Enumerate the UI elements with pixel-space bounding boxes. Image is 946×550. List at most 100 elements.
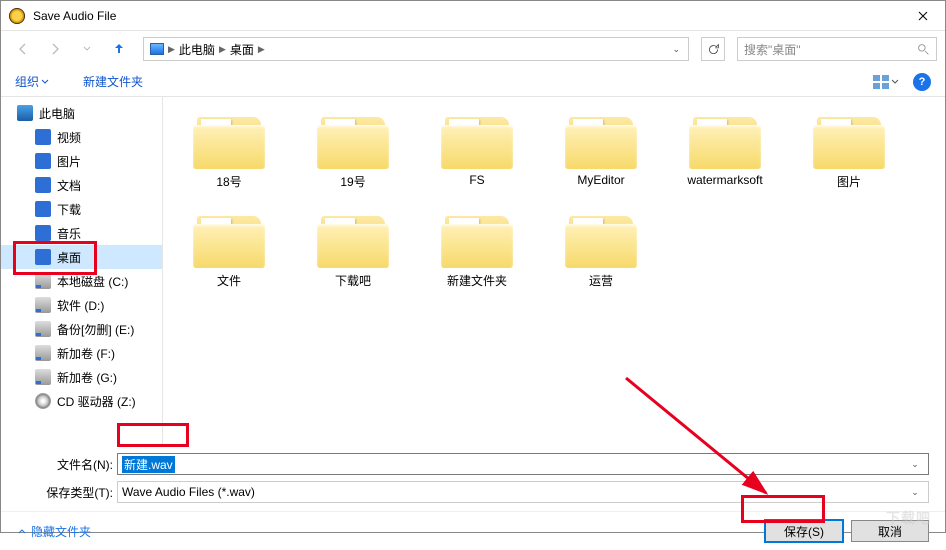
app-icon: [9, 8, 25, 24]
forward-button[interactable]: [41, 35, 69, 63]
folder-label: 运营: [589, 272, 613, 289]
sidebar-item-2[interactable]: 图片: [1, 149, 162, 173]
drive-icon: [35, 369, 51, 385]
sidebar-item-label: 音乐: [57, 225, 81, 242]
save-button[interactable]: 保存(S): [765, 520, 843, 542]
folder-item[interactable]: MyEditor: [553, 107, 649, 194]
sidebar-item-4[interactable]: 下载: [1, 197, 162, 221]
folder-icon: [193, 210, 265, 268]
folder-icon: [441, 111, 513, 169]
blue-icon: [35, 201, 51, 217]
sidebar-item-8[interactable]: 软件 (D:): [1, 293, 162, 317]
chevron-down-icon[interactable]: ⌄: [906, 459, 924, 470]
folder-label: FS: [469, 173, 484, 187]
folder-label: 图片: [837, 173, 861, 190]
sidebar-item-label: 备份[勿删] (E:): [57, 321, 134, 338]
breadcrumb-seg-1[interactable]: 此电脑: [177, 41, 217, 58]
chevron-right-icon: ▶: [166, 44, 177, 55]
folder-item[interactable]: 19号: [305, 107, 401, 194]
folder-item[interactable]: 新建文件夹: [429, 206, 525, 293]
folder-icon: [317, 111, 389, 169]
sidebar-item-label: 新加卷 (F:): [57, 345, 115, 362]
recent-dropdown[interactable]: [73, 35, 101, 63]
sidebar-item-label: 本地磁盘 (C:): [57, 273, 128, 290]
folder-label: MyEditor: [577, 173, 624, 187]
folder-label: 下载吧: [335, 272, 371, 289]
drive-icon: [35, 297, 51, 313]
file-grid: 18号 19号 FS MyEditor watermarksoft 图片文件 下载吧 新建文件…: [163, 97, 945, 447]
folder-item[interactable]: 下载吧: [305, 206, 401, 293]
folder-label: 18号: [216, 173, 241, 190]
filename-input[interactable]: 新建.wav⌄: [117, 453, 929, 475]
sidebar-item-9[interactable]: 备份[勿删] (E:): [1, 317, 162, 341]
folder-item[interactable]: 18号: [181, 107, 277, 194]
filename-label: 文件名(N):: [17, 456, 117, 473]
blue-icon: [35, 249, 51, 265]
folder-icon: [565, 111, 637, 169]
sidebar-item-label: 图片: [57, 153, 81, 170]
folder-icon: [565, 210, 637, 268]
pc-icon: [17, 105, 33, 121]
blue-icon: [35, 177, 51, 193]
folder-icon: [441, 210, 513, 268]
up-button[interactable]: [105, 35, 133, 63]
sidebar-item-1[interactable]: 视频: [1, 125, 162, 149]
navigation-bar: ▶ 此电脑 ▶ 桌面 ▶ ⌄ 搜索"桌面": [1, 31, 945, 67]
sidebar-item-label: 桌面: [57, 249, 81, 266]
folder-item[interactable]: FS: [429, 107, 525, 194]
filetype-label: 保存类型(T):: [17, 484, 117, 501]
breadcrumb-root[interactable]: [148, 43, 166, 55]
sidebar-item-0[interactable]: 此电脑: [1, 101, 162, 125]
filetype-select[interactable]: Wave Audio Files (*.wav)⌄: [117, 481, 929, 503]
folder-label: 19号: [340, 173, 365, 190]
sidebar-item-5[interactable]: 音乐: [1, 221, 162, 245]
sidebar-item-label: 视频: [57, 129, 81, 146]
back-button[interactable]: [9, 35, 37, 63]
window-title: Save Audio File: [33, 9, 900, 23]
toolbar: 组织 新建文件夹 ?: [1, 67, 945, 97]
sidebar-item-3[interactable]: 文档: [1, 173, 162, 197]
chevron-right-icon: ▶: [256, 44, 267, 55]
folder-label: 文件: [217, 272, 241, 289]
sidebar-item-label: 文档: [57, 177, 81, 194]
blue-icon: [35, 129, 51, 145]
blue-icon: [35, 225, 51, 241]
cancel-button[interactable]: 取消: [851, 520, 929, 542]
breadcrumb-seg-2[interactable]: 桌面: [228, 41, 256, 58]
dialog-footer: 隐藏文件夹 保存(S) 取消: [1, 511, 945, 550]
folder-icon: [813, 111, 885, 169]
search-input[interactable]: 搜索"桌面": [737, 37, 937, 61]
folder-label: 新建文件夹: [447, 272, 507, 289]
search-placeholder: 搜索"桌面": [744, 41, 917, 58]
folder-item[interactable]: watermarksoft: [677, 107, 773, 194]
chevron-right-icon: ▶: [217, 44, 228, 55]
organize-menu[interactable]: 组织: [15, 73, 49, 90]
sidebar-item-7[interactable]: 本地磁盘 (C:): [1, 269, 162, 293]
help-button[interactable]: ?: [913, 73, 931, 91]
sidebar-item-label: 下载: [57, 201, 81, 218]
sidebar-item-label: 此电脑: [39, 105, 75, 122]
new-folder-button[interactable]: 新建文件夹: [83, 73, 143, 90]
folder-item[interactable]: 运营: [553, 206, 649, 293]
folder-icon: [317, 210, 389, 268]
sidebar-item-label: 软件 (D:): [57, 297, 104, 314]
sidebar-item-10[interactable]: 新加卷 (F:): [1, 341, 162, 365]
close-button[interactable]: [900, 1, 945, 31]
search-icon: [917, 43, 930, 56]
address-history-dropdown[interactable]: ⌄: [668, 44, 684, 55]
blue-icon: [35, 153, 51, 169]
chevron-down-icon[interactable]: ⌄: [906, 487, 924, 498]
sidebar-item-12[interactable]: CD 驱动器 (Z:): [1, 389, 162, 413]
sidebar-item-11[interactable]: 新加卷 (G:): [1, 365, 162, 389]
save-fields: 文件名(N): 新建.wav⌄ 保存类型(T): Wave Audio File…: [1, 447, 945, 511]
sidebar-item-6[interactable]: 桌面: [1, 245, 162, 269]
view-options-button[interactable]: [873, 71, 899, 93]
address-bar[interactable]: ▶ 此电脑 ▶ 桌面 ▶ ⌄: [143, 37, 689, 61]
drive-icon: [35, 345, 51, 361]
folder-item[interactable]: 图片: [801, 107, 897, 194]
hide-folders-toggle[interactable]: 隐藏文件夹: [17, 523, 91, 540]
folder-item[interactable]: 文件: [181, 206, 277, 293]
sidebar-tree: 此电脑视频图片文档下载音乐桌面本地磁盘 (C:) 软件 (D:) 备份[勿删] (E…: [1, 97, 163, 447]
refresh-button[interactable]: [701, 37, 725, 61]
cd-icon: [35, 393, 51, 409]
